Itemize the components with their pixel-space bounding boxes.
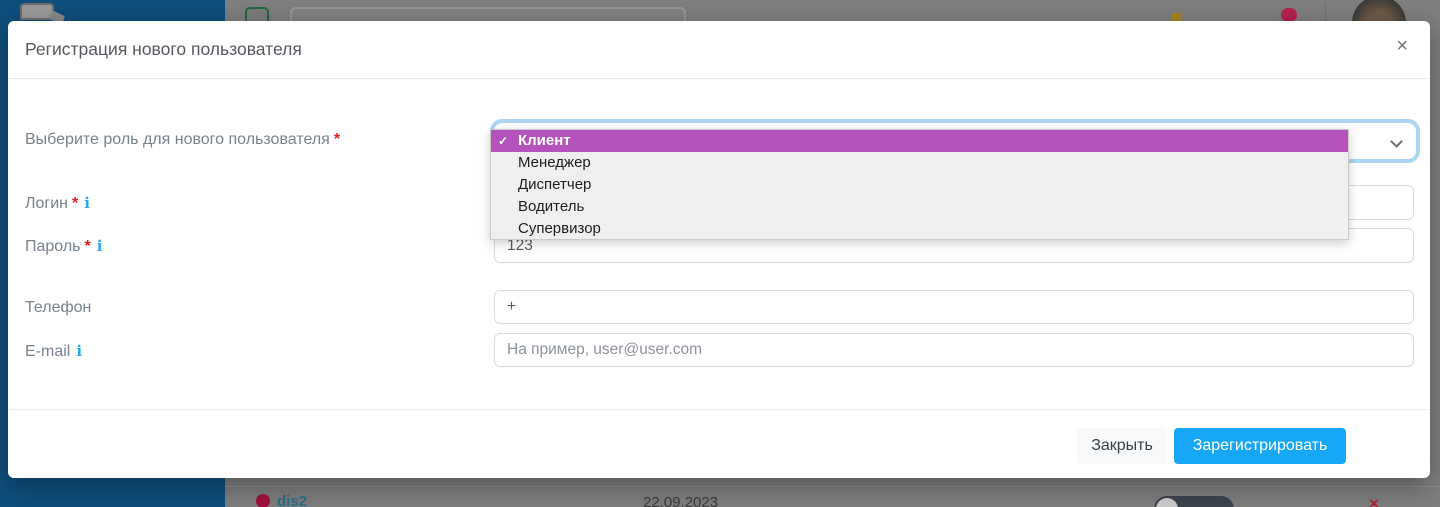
login-label: Логин* i <box>25 194 90 213</box>
app-logo-icon <box>20 3 54 20</box>
password-label: Пароль* i <box>25 237 102 256</box>
footer-divider <box>8 409 1430 410</box>
register-button[interactable]: Зарегистрировать <box>1174 428 1346 464</box>
table-row-divider <box>225 486 1440 487</box>
required-asterisk: * <box>85 238 91 255</box>
dropdown-option-dispatcher[interactable]: Диспетчер <box>491 174 1348 196</box>
dropdown-option-client[interactable]: ✓ Клиент <box>491 130 1348 152</box>
email-label: E-mail i <box>25 342 82 361</box>
dropdown-option-label: Водитель <box>518 198 584 215</box>
password-label-text: Пароль <box>25 238 81 255</box>
info-icon[interactable]: i <box>76 342 82 360</box>
row-delete-icon[interactable]: × <box>1369 494 1379 507</box>
close-button[interactable]: Закрыть <box>1077 428 1167 464</box>
table-cell-username[interactable]: dis2 <box>277 493 307 507</box>
row-toggle-switch[interactable] <box>1154 496 1234 507</box>
info-icon[interactable]: i <box>97 237 103 255</box>
phone-label: Телефон <box>25 299 91 317</box>
dropdown-option-driver[interactable]: Водитель <box>491 196 1348 218</box>
toggle-knob <box>1156 498 1178 507</box>
login-label-text: Логин <box>25 195 68 212</box>
dropdown-option-supervisor[interactable]: Супервизор <box>491 218 1348 240</box>
phone-input[interactable] <box>494 290 1414 324</box>
notification-badge-red <box>1281 8 1297 22</box>
close-icon[interactable]: × <box>1396 35 1408 58</box>
topbar-divider <box>1325 3 1326 21</box>
chevron-down-icon <box>1390 135 1403 148</box>
registration-modal: Регистрация нового пользователя × Выбери… <box>8 21 1430 478</box>
dropdown-option-label: Супервизор <box>518 220 601 237</box>
dropdown-option-label: Диспетчер <box>518 176 591 193</box>
page: dis2 22.09.2023 × Регистрация нового пол… <box>0 0 1440 507</box>
check-icon: ✓ <box>498 130 508 152</box>
dropdown-option-manager[interactable]: Менеджер <box>491 152 1348 174</box>
modal-header: Регистрация нового пользователя × <box>8 21 1430 79</box>
role-label-text: Выберите роль для нового пользователя <box>25 131 330 148</box>
user-status-dot <box>256 494 270 507</box>
required-asterisk: * <box>72 195 78 212</box>
info-icon[interactable]: i <box>84 194 90 212</box>
email-input[interactable] <box>494 333 1414 367</box>
dropdown-option-label: Менеджер <box>518 154 591 171</box>
phone-label-text: Телефон <box>25 299 91 316</box>
required-asterisk: * <box>334 131 340 148</box>
email-label-text: E-mail <box>25 343 70 360</box>
modal-title: Регистрация нового пользователя <box>25 39 302 60</box>
role-label: Выберите роль для нового пользователя* <box>25 131 340 149</box>
dropdown-option-label: Клиент <box>518 132 571 149</box>
table-cell-date: 22.09.2023 <box>643 494 718 507</box>
role-dropdown-list: ✓ Клиент Менеджер Диспетчер Водитель Суп… <box>490 129 1349 240</box>
